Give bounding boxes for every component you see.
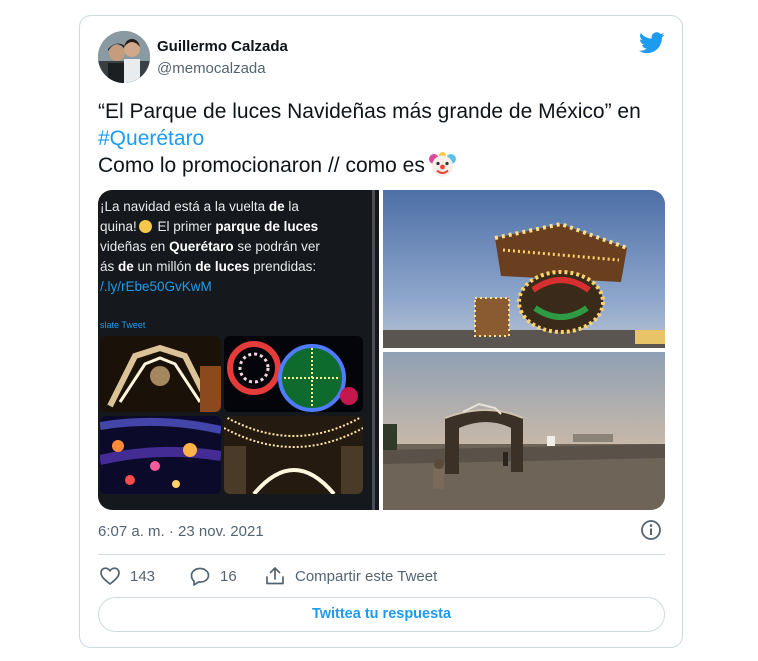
tweet-card: Guillermo Calzada @memocalzada “El Parqu… (79, 15, 683, 648)
info-icon[interactable] (640, 519, 662, 541)
screenshot-photo-street-lights (224, 416, 363, 494)
like-count: 143 (130, 567, 156, 585)
media-screenshot[interactable]: ¡La navidad está a la vuelta de la quina… (98, 190, 379, 510)
tweet-text-line-1: “El Parque de luces Navideñas más grande… (98, 100, 641, 123)
screenshot-text-line: ás de un millón de luces prendidas: (100, 259, 317, 274)
tweet-text: “El Parque de luces Navideñas más grande… (98, 98, 668, 179)
smiling-emoji-icon (138, 220, 152, 233)
like-button[interactable]: 143 (100, 565, 155, 587)
screenshot-text-line: quina! El primer parque de luces (100, 219, 319, 234)
divider (98, 554, 665, 555)
hashtag-link[interactable]: #Querétaro (98, 125, 668, 152)
media-grid: ¡La navidad está a la vuelta de la quina… (98, 190, 665, 510)
twitter-bird-icon[interactable] (639, 32, 665, 54)
share-button[interactable]: Compartir este Tweet (265, 565, 437, 587)
reply-action-button[interactable]: 16 (190, 565, 237, 587)
media-photo-lit-structure[interactable] (383, 190, 665, 348)
tweet-text-line-3-label: Como lo promocionaron // como es (98, 154, 425, 177)
author-handle[interactable]: @memocalzada (157, 60, 266, 77)
clown-face-emoji (428, 152, 456, 177)
screenshot-scrollbar (372, 190, 375, 510)
author-name[interactable]: Guillermo Calzada (157, 38, 288, 55)
screenshot-photo-ornaments (224, 336, 363, 412)
share-icon (266, 567, 284, 585)
heart-icon (100, 567, 120, 585)
screenshot-translate-label: slate Tweet (100, 320, 146, 330)
screenshot-photo-tunnel (100, 416, 221, 494)
screenshot-photo-lights-arch (100, 336, 221, 412)
avatar[interactable] (98, 31, 150, 83)
media-photo-arch-field[interactable] (383, 352, 665, 510)
screenshot-text-line: videñas en Querétaro se podrán ver (100, 239, 320, 254)
tweet-text-line-3: Como lo promocionaron // como es (98, 152, 668, 179)
share-label: Compartir este Tweet (295, 567, 438, 585)
reply-button[interactable]: Twittea tu respuesta (98, 597, 665, 632)
reply-icon (190, 567, 210, 586)
screenshot-link: /.ly/rEbe50GvKwM (100, 279, 212, 294)
avatar-photo (98, 31, 150, 83)
reply-count: 16 (220, 567, 237, 585)
tweet-timestamp[interactable]: 6:07 a. m. · 23 nov. 2021 (98, 523, 264, 540)
screenshot-text-line: ¡La navidad está a la vuelta de la (100, 199, 299, 214)
